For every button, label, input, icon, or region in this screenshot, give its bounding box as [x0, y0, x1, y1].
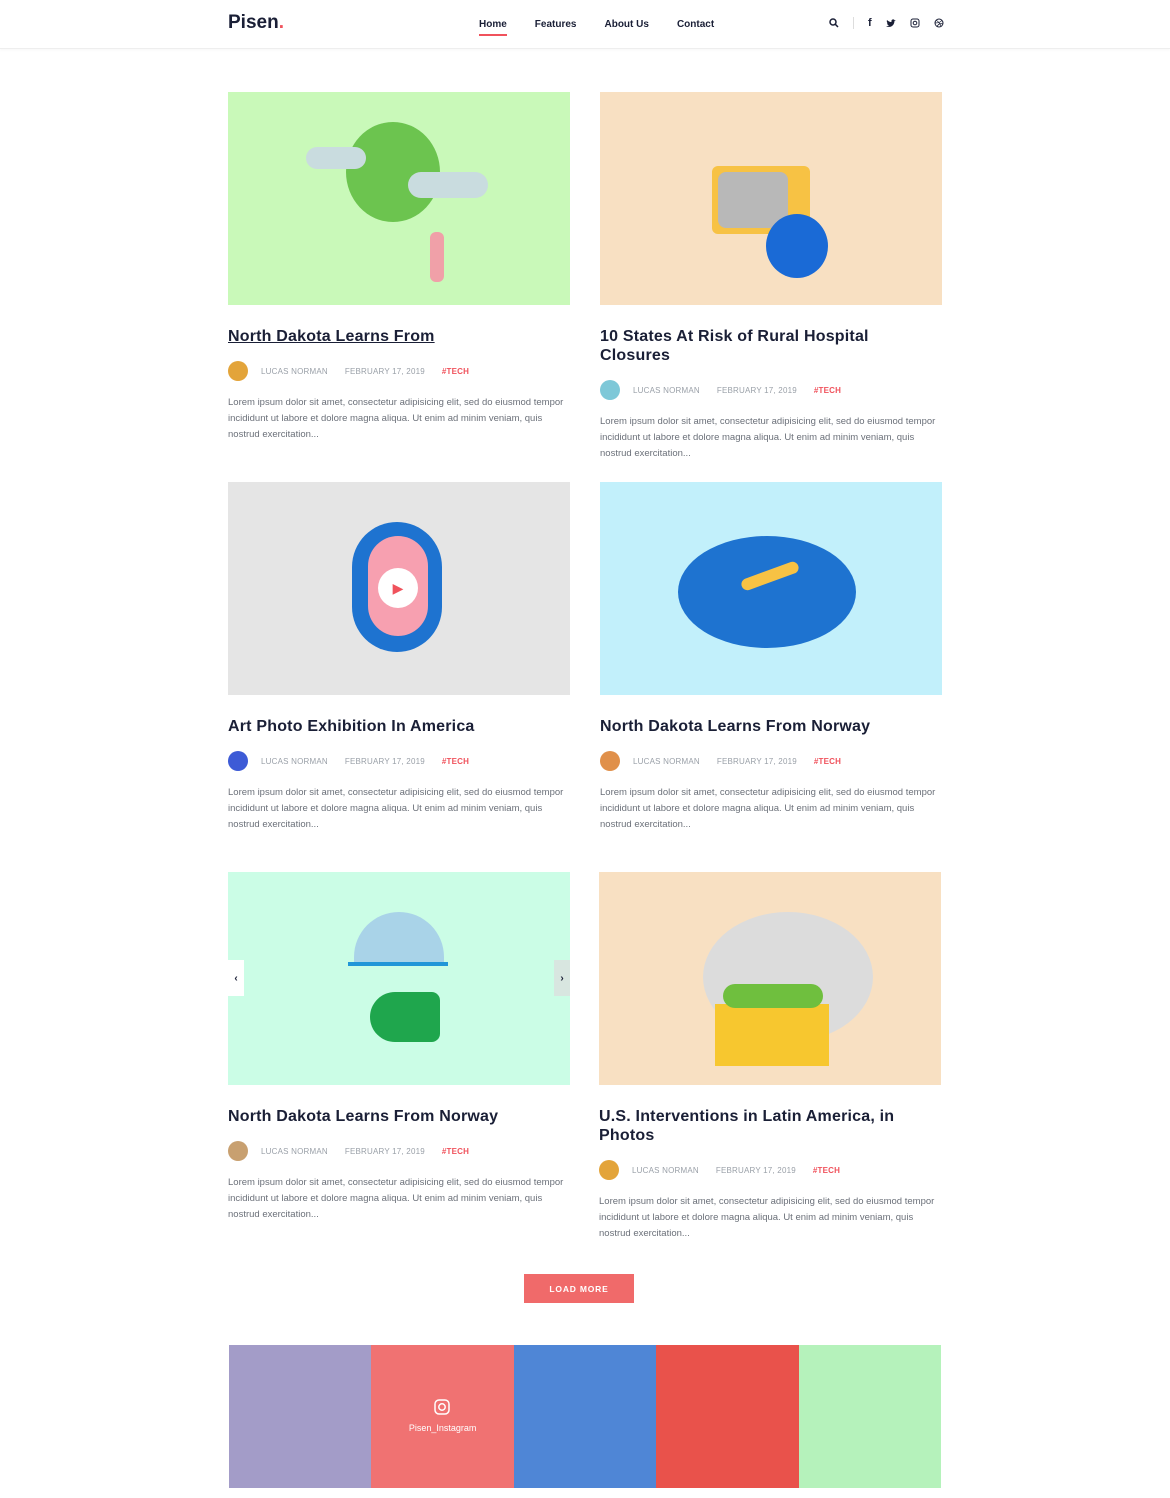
nav-home[interactable]: Home — [479, 19, 507, 36]
person — [430, 232, 444, 282]
main-nav: Home Features About Us Contact — [479, 19, 714, 36]
post-card: U.S. Interventions in Latin America, in … — [599, 872, 941, 1242]
logo[interactable]: Pisen. — [228, 12, 284, 34]
instagram-tile[interactable] — [513, 1345, 657, 1488]
hand — [370, 992, 440, 1042]
post-card: North Dakota Learns From Norway LUCAS NO… — [600, 482, 942, 833]
author[interactable]: LUCAS NORMAN — [633, 757, 700, 766]
tag[interactable]: #TECH — [442, 1147, 469, 1156]
post-image[interactable] — [599, 872, 941, 1085]
date: FEBRUARY 17, 2019 — [715, 1165, 796, 1175]
date: FEBRUARY 17, 2019 — [344, 756, 425, 766]
post-image[interactable] — [600, 92, 942, 305]
post-meta: LUCAS NORMAN FEBRUARY 17, 2019 #TECH — [228, 1141, 570, 1161]
instagram-tile[interactable] — [798, 1345, 942, 1488]
author[interactable]: LUCAS NORMAN — [633, 386, 700, 395]
site-header: Pisen. Home Features About Us Contact f — [0, 0, 1170, 49]
post-title[interactable]: North Dakota Learns From — [228, 327, 570, 346]
instagram-label: Pisen_Instagram — [408, 1423, 477, 1433]
author[interactable]: LUCAS NORMAN — [261, 1147, 328, 1156]
author[interactable]: LUCAS NORMAN — [261, 367, 328, 376]
instagram-tile[interactable] — [229, 1345, 372, 1488]
post-excerpt: Lorem ipsum dolor sit amet, consectetur … — [228, 1177, 564, 1220]
post-image[interactable] — [228, 92, 570, 305]
author[interactable]: LUCAS NORMAN — [632, 1166, 699, 1175]
tag[interactable]: #TECH — [814, 386, 841, 395]
tag[interactable]: #TECH — [442, 367, 469, 376]
post-excerpt: Lorem ipsum dolor sit amet, consectetur … — [600, 787, 936, 830]
avatar — [228, 1141, 248, 1161]
post-title[interactable]: 10 States At Risk of Rural Hospital Clos… — [600, 327, 942, 365]
slider-next-button[interactable]: › — [554, 960, 570, 996]
nav-about-us[interactable]: About Us — [604, 19, 648, 30]
play-button[interactable]: ▶ — [378, 568, 418, 608]
ocean-illustration — [678, 536, 856, 648]
avatar — [600, 751, 620, 771]
post-title[interactable]: North Dakota Learns From Norway — [228, 1107, 570, 1126]
post-meta: LUCAS NORMAN FEBRUARY 17, 2019 #TECH — [600, 751, 942, 771]
slider-prev-button[interactable]: ‹ — [228, 960, 244, 996]
search-icon[interactable] — [829, 18, 839, 28]
avatar — [599, 1160, 619, 1180]
instagram-tile[interactable] — [656, 1345, 799, 1488]
twitter-icon[interactable] — [885, 18, 896, 28]
blob — [766, 214, 828, 278]
instagram-icon — [434, 1399, 451, 1415]
post-image[interactable]: ‹ › — [228, 872, 570, 1085]
cloud — [306, 147, 366, 169]
post-meta: LUCAS NORMAN FEBRUARY 17, 2019 #TECH — [599, 1160, 941, 1180]
nav-contact[interactable]: Contact — [677, 19, 714, 30]
post-meta: LUCAS NORMAN FEBRUARY 17, 2019 #TECH — [600, 380, 942, 400]
post-card: 10 States At Risk of Rural Hospital Clos… — [600, 92, 942, 462]
cloud — [408, 172, 488, 198]
instagram-tile[interactable]: Pisen_Instagram — [371, 1345, 514, 1488]
post-image[interactable] — [600, 482, 942, 695]
post-meta: LUCAS NORMAN FEBRUARY 17, 2019 #TECH — [228, 361, 570, 381]
date: FEBRUARY 17, 2019 — [716, 385, 797, 395]
facebook-icon[interactable]: f — [868, 17, 872, 29]
tag[interactable]: #TECH — [442, 757, 469, 766]
post-image[interactable]: ▶ — [228, 482, 570, 695]
post-title[interactable]: North Dakota Learns From Norway — [600, 717, 942, 736]
dribbble-icon[interactable] — [934, 18, 944, 28]
post-title[interactable]: Art Photo Exhibition In America — [228, 717, 570, 736]
post-card: North Dakota Learns From LUCAS NORMAN FE… — [228, 92, 570, 443]
load-more-button[interactable]: LOAD MORE — [524, 1274, 634, 1303]
avatar — [228, 751, 248, 771]
post-excerpt: Lorem ipsum dolor sit amet, consectetur … — [228, 787, 564, 830]
post-card: ▶ Art Photo Exhibition In America LUCAS … — [228, 482, 570, 833]
date: FEBRUARY 17, 2019 — [716, 756, 797, 766]
instagram-feed: Pisen_Instagram — [229, 1345, 942, 1488]
post-meta: LUCAS NORMAN FEBRUARY 17, 2019 #TECH — [228, 751, 570, 771]
author[interactable]: LUCAS NORMAN — [261, 757, 328, 766]
box-illustration — [715, 1004, 829, 1066]
divider — [853, 17, 854, 29]
instagram-icon[interactable] — [910, 18, 920, 28]
cloche-illustration — [354, 912, 444, 962]
avatar — [600, 380, 620, 400]
post-title[interactable]: U.S. Interventions in Latin America, in … — [599, 1107, 941, 1145]
avatar — [228, 361, 248, 381]
nav-features[interactable]: Features — [535, 19, 577, 30]
header-icons: f — [829, 17, 944, 29]
post-excerpt: Lorem ipsum dolor sit amet, consectetur … — [599, 1196, 935, 1239]
tray — [348, 962, 448, 966]
greens — [723, 984, 823, 1008]
tag[interactable]: #TECH — [814, 757, 841, 766]
date: FEBRUARY 17, 2019 — [344, 366, 425, 376]
post-card: ‹ › North Dakota Learns From Norway LUCAS… — [228, 872, 570, 1223]
tag[interactable]: #TECH — [813, 1166, 840, 1175]
date: FEBRUARY 17, 2019 — [344, 1146, 425, 1156]
post-excerpt: Lorem ipsum dolor sit amet, consectetur … — [600, 416, 936, 459]
post-excerpt: Lorem ipsum dolor sit amet, consectetur … — [228, 397, 564, 440]
